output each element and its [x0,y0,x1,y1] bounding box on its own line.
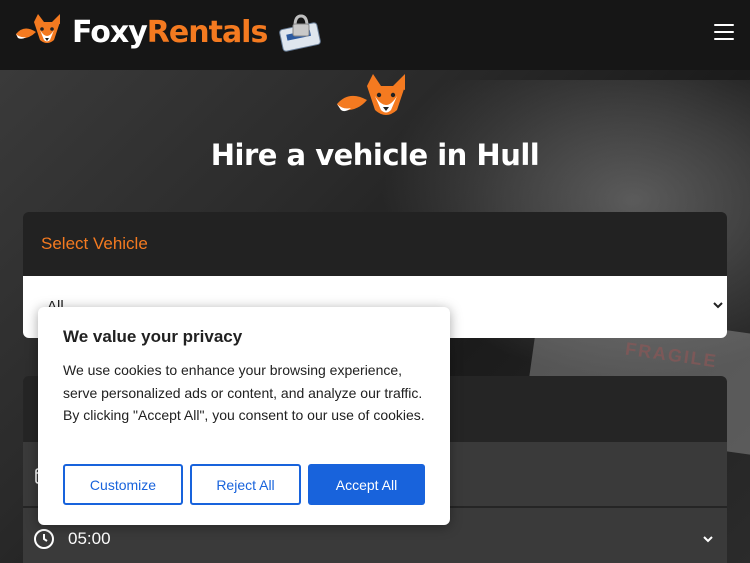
reject-all-button[interactable]: Reject All [190,464,301,505]
cookie-consent-banner: We value your privacy We use cookies to … [38,307,450,525]
accept-all-button[interactable]: Accept All [308,464,425,505]
vehicle-select-title: Select Vehicle [41,234,148,253]
hero-bg-text: FRAGILE [624,338,720,372]
clock-icon [34,529,54,549]
site-header: FoxyRentals [0,0,750,70]
chevron-down-icon [703,536,713,543]
padlock-card-icon [279,14,322,52]
cookie-description: We use cookies to enhance your browsing … [63,362,425,424]
brand-name: FoxyRentals [72,14,268,50]
chevron-down-icon [713,302,723,309]
cookie-title: We value your privacy [63,327,243,346]
page-title: Hire a vehicle in Hull [210,138,540,172]
fox-mascot-icon [337,74,405,115]
customize-button[interactable]: Customize [63,464,183,505]
site-logo[interactable]: FoxyRentals [14,12,323,52]
fox-logo-icon [16,14,60,43]
hamburger-menu-icon[interactable] [714,24,734,42]
time-value: 05:00 [68,529,111,548]
